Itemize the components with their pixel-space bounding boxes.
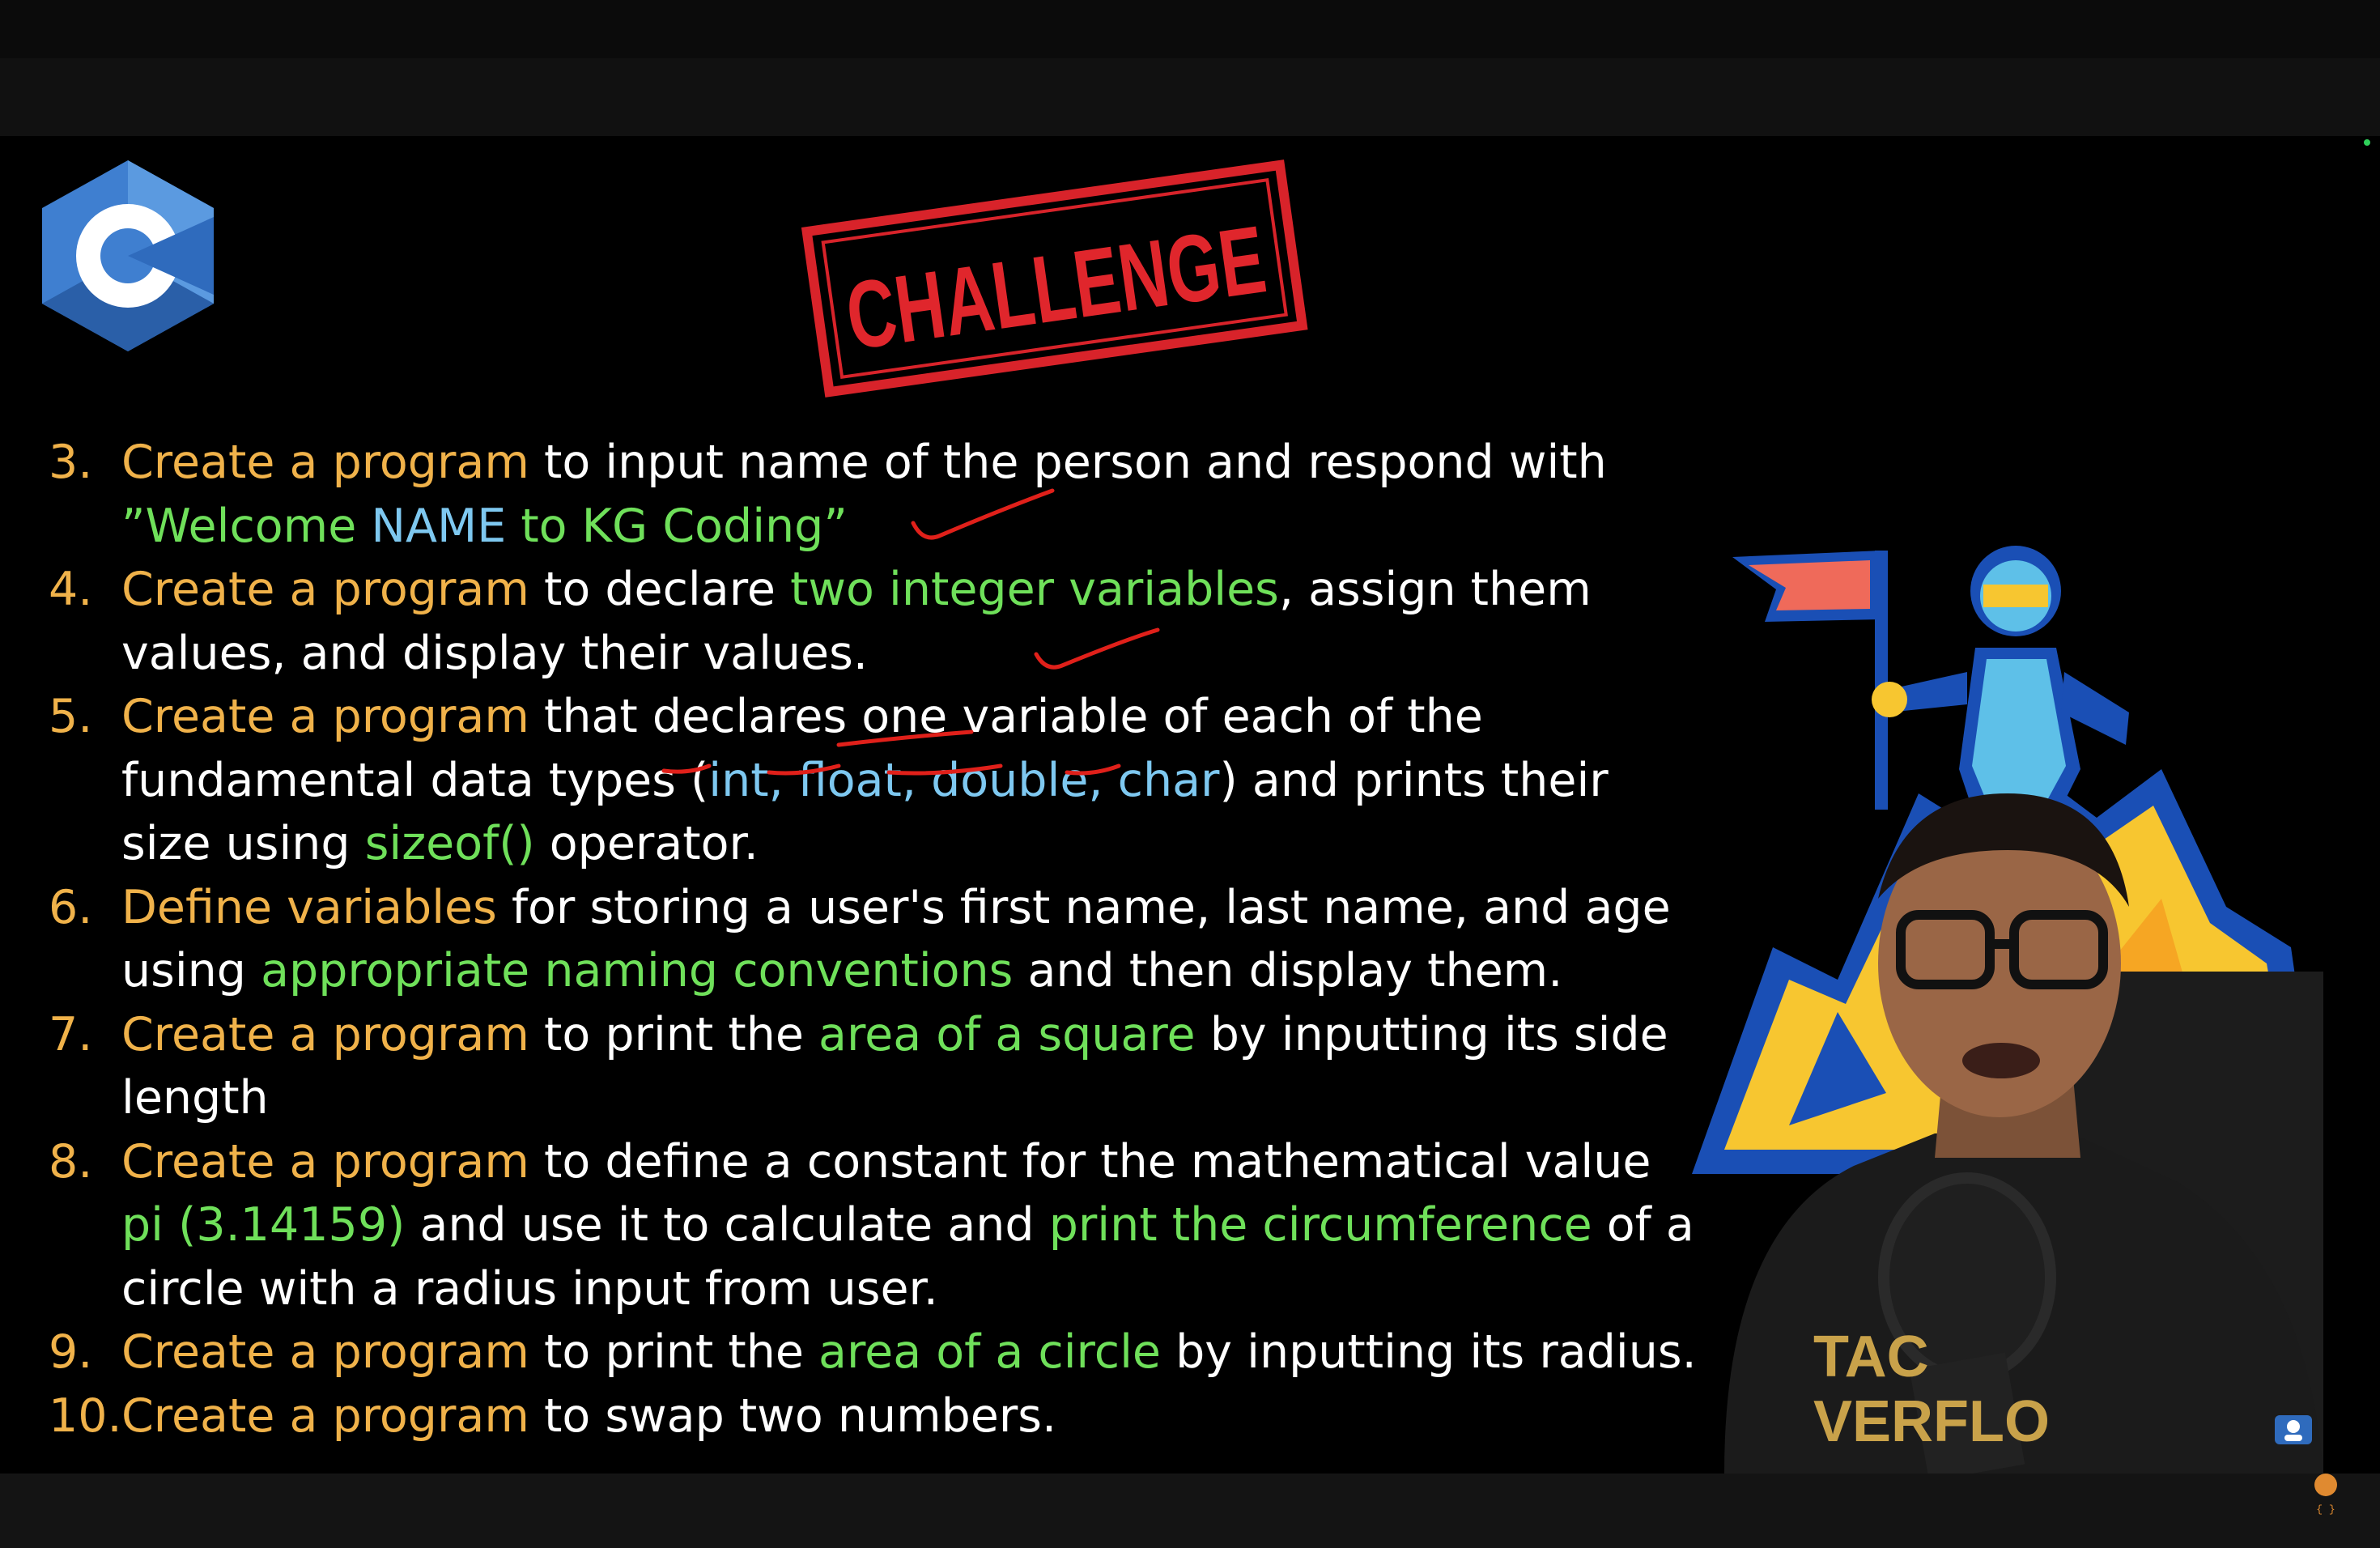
item-text-segment: ) and prints their — [1219, 753, 1609, 807]
item-text-segment: int, float, double, char — [708, 753, 1220, 807]
item-text-segment: circle with a radius input from user. — [121, 1261, 938, 1316]
challenge-item: 9. Create a program to print the area of … — [49, 1320, 1697, 1384]
challenge-item: 10. Create a program to swap two numbers. — [49, 1384, 1595, 1448]
item-text-segment: to print the — [529, 1325, 819, 1379]
svg-text:{ }: { } — [2316, 1503, 2335, 1516]
item-text-segment: to define a constant for the mathematica… — [529, 1134, 1651, 1189]
item-text-segment: operator. — [534, 817, 759, 870]
shirt-text-top: TAC — [1813, 1325, 1929, 1389]
item-text-segment: appropriate naming conventions — [261, 944, 1014, 997]
item-text-segment: Create a program — [121, 1134, 529, 1189]
item-text-segment: and use it to calculate and — [405, 1198, 1049, 1252]
challenge-item: 5. Create a program that declares one var… — [49, 685, 1609, 876]
challenge-list: 3. Create a program to input name of the … — [49, 431, 1697, 1448]
item-text-segment: Create a program — [121, 1007, 529, 1061]
item-text-segment: Create a program — [121, 563, 529, 616]
item-text-segment: Create a program — [121, 1325, 529, 1379]
item-text-segment: for storing a user's first name, last na… — [496, 880, 1671, 934]
item-text-segment: to input name of the person and respond … — [529, 436, 1607, 489]
item-number: 6. — [49, 880, 93, 934]
challenge-item: 7. Create a program to print the area of … — [49, 1003, 1668, 1130]
item-number: 5. — [49, 690, 93, 743]
item-text-segment: two integer variables — [790, 563, 1279, 616]
item-line: size using sizeof() operator. — [121, 812, 1595, 876]
item-text-segment: area of a circle — [818, 1325, 1161, 1379]
item-text-segment: by inputting its side — [1195, 1007, 1668, 1061]
item-number: 8. — [49, 1134, 93, 1189]
c-language-logo — [42, 160, 214, 351]
item-number: 7. — [49, 1007, 93, 1061]
item-text-segment: NAME — [371, 499, 507, 553]
item-number: 10. — [49, 1389, 122, 1443]
top-bar-band — [0, 58, 2380, 136]
item-line: Create a program that declares one varia… — [121, 685, 1595, 749]
item-line: length — [121, 1066, 1595, 1130]
person-badge-icon — [2275, 1415, 2312, 1444]
item-text-segment: to declare — [529, 563, 791, 616]
item-line: Create a program to print the area of a … — [121, 1003, 1668, 1067]
item-number: 4. — [49, 563, 93, 616]
item-text-segment: Create a program — [121, 690, 529, 743]
item-text-segment: Create a program — [121, 436, 529, 489]
top-bar — [0, 0, 2380, 136]
item-text-segment: sizeof() — [364, 817, 535, 870]
item-text-segment: area of a square — [818, 1007, 1196, 1061]
item-text-segment: pi (3.14159) — [121, 1198, 406, 1252]
item-text-segment: print the circumference — [1048, 1198, 1592, 1252]
item-text-segment: size using — [121, 817, 365, 870]
kg-coding-logo-icon: { } — [2314, 1474, 2337, 1516]
item-text-segment: to KG Coding” — [506, 499, 848, 553]
item-line: ”Welcome NAME to KG Coding” — [121, 495, 1595, 559]
item-text-segment: using — [121, 944, 261, 997]
item-line: using appropriate naming conventions and… — [121, 939, 1595, 1003]
item-text-segment: and then display them. — [1013, 944, 1563, 997]
challenge-item: 4. Create a program to declare two intege… — [49, 558, 1595, 685]
shirt-text-bottom: VERFLO — [1813, 1389, 2050, 1454]
item-line: Create a program to print the area of a … — [121, 1320, 1697, 1384]
item-text-segment: values, and display their values. — [121, 626, 868, 680]
bottom-bar — [0, 1474, 2380, 1548]
item-text-segment: length — [121, 1071, 269, 1125]
item-text-segment: Define variables — [121, 880, 497, 934]
item-line: Create a program to swap two numbers. — [121, 1384, 1595, 1448]
item-line: fundamental data types (int, float, doub… — [121, 749, 1609, 813]
item-text-segment: to swap two numbers — [529, 1389, 1042, 1443]
item-text-segment: . — [1042, 1389, 1057, 1443]
item-text-segment: by inputting its radius. — [1160, 1325, 1697, 1379]
item-line: Create a program to declare two integer … — [121, 558, 1595, 622]
status-dot — [2364, 139, 2370, 146]
item-line: Define variables for storing a user's fi… — [121, 876, 1671, 940]
challenge-item: 3. Create a program to input name of the … — [49, 431, 1607, 559]
item-line: circle with a radius input from user. — [121, 1257, 1595, 1321]
item-text-segment: fundamental data types ( — [121, 753, 709, 807]
item-number: 3. — [49, 436, 93, 489]
challenge-stamp: CHALLENGE — [801, 159, 1308, 398]
item-text-segment: , assign them — [1278, 563, 1592, 616]
item-number: 9. — [49, 1325, 93, 1379]
item-text-segment: to print the — [529, 1007, 819, 1061]
item-line: pi (3.14159) and use it to calculate and… — [121, 1193, 1694, 1257]
item-line: Create a program to input name of the pe… — [121, 431, 1607, 495]
item-text-segment: Create a program — [121, 1389, 529, 1443]
challenge-item: 6. Define variables for storing a user's … — [49, 876, 1671, 1003]
item-line: Create a program to define a constant fo… — [121, 1130, 1651, 1194]
item-line: values, and display their values. — [121, 622, 1595, 686]
presenter-video: TAC VERFLO — [1724, 793, 2323, 1474]
challenge-item: 8. Create a program to define a constant … — [49, 1130, 1694, 1321]
item-text-segment: ”Welcome — [121, 499, 372, 553]
item-text-segment: that declares one variable of each of th… — [529, 690, 1483, 743]
